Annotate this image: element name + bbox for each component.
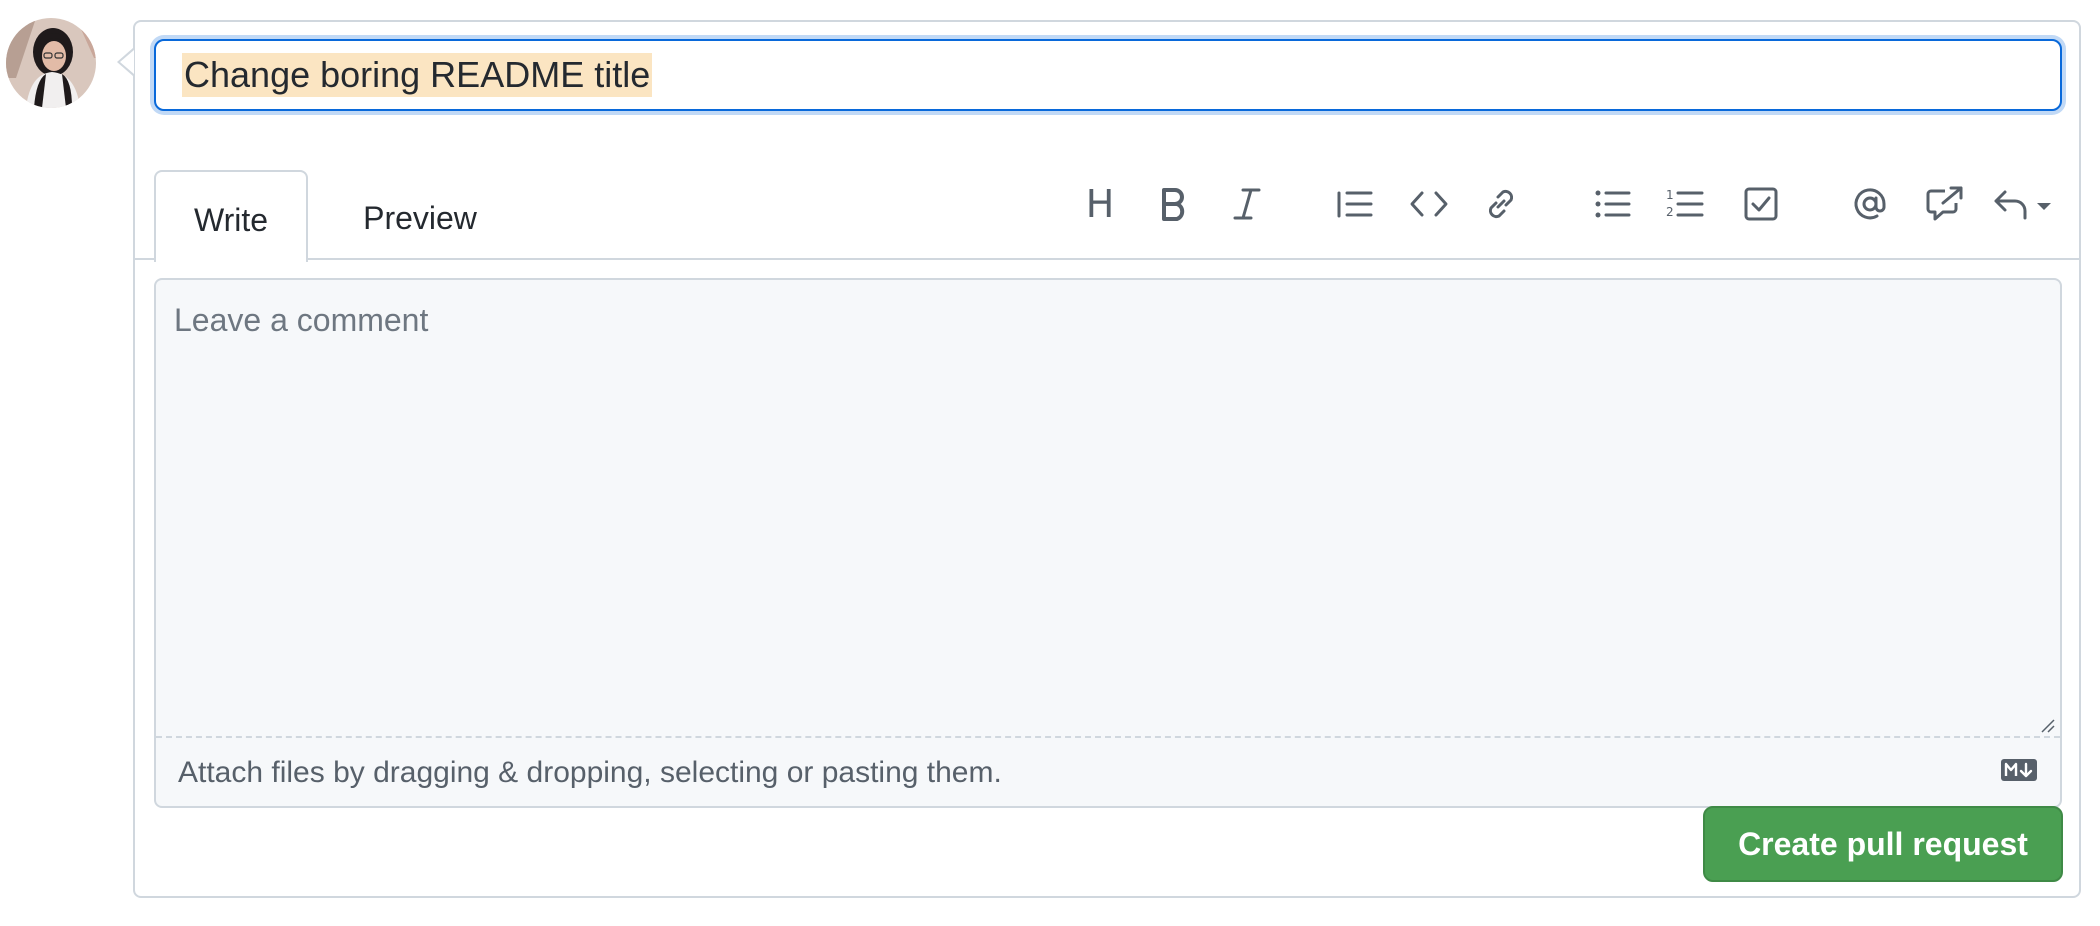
ordered-list-icon: 1 2 [1666,188,1704,219]
comment-card: Change boring README title Write Preview… [133,20,2081,898]
title-input-value[interactable]: Change boring README title [182,53,653,97]
italic-button[interactable] [1217,172,1277,236]
comment-textarea[interactable] [156,280,2060,736]
saved-replies-button[interactable] [1985,172,2065,236]
unordered-list-button[interactable] [1583,172,1643,236]
task-list-button[interactable] [1731,172,1791,236]
cross-reference-icon [1926,186,1963,221]
mention-icon [1854,188,1886,220]
create-pull-request-button[interactable]: Create pull request [1703,806,2063,882]
markdown-toolbar: H 1 2 [135,172,2079,236]
markdown-icon[interactable] [2000,758,2038,782]
mention-button[interactable] [1840,172,1900,236]
cross-reference-button[interactable] [1915,172,1975,236]
card-pointer-fill [120,50,134,74]
code-icon [1410,191,1448,217]
tabs-divider [135,258,2079,260]
unordered-list-icon [1595,190,1631,218]
comment-editor: Attach files by dragging & dropping, sel… [154,278,2062,808]
user-avatar[interactable] [6,18,96,108]
quote-icon [1337,191,1373,218]
attach-files-bar[interactable]: Attach files by dragging & dropping, sel… [156,736,2060,806]
svg-text:1: 1 [1666,188,1674,202]
ordered-list-button[interactable]: 1 2 [1655,172,1715,236]
link-button[interactable] [1471,172,1531,236]
resize-handle-icon[interactable] [2040,718,2056,734]
link-icon [1488,189,1514,219]
heading-icon: H [1085,182,1115,226]
code-button[interactable] [1399,172,1459,236]
bold-icon [1162,188,1185,221]
svg-text:2: 2 [1666,205,1674,219]
saved-replies-icon [1994,190,2051,220]
heading-button[interactable]: H [1070,172,1130,236]
quote-button[interactable] [1325,172,1385,236]
italic-icon [1233,188,1261,220]
tab-write[interactable]: Write [154,170,308,262]
title-input[interactable]: Change boring README title [154,39,2062,111]
editor-tabs-bar: Write Preview H 1 2 [135,150,2079,262]
bold-button[interactable] [1143,172,1203,236]
attach-files-label: Attach files by dragging & dropping, sel… [178,756,1002,789]
task-list-icon [1744,187,1778,221]
pull-request-form-page: Change boring README title Write Preview… [0,0,2100,926]
